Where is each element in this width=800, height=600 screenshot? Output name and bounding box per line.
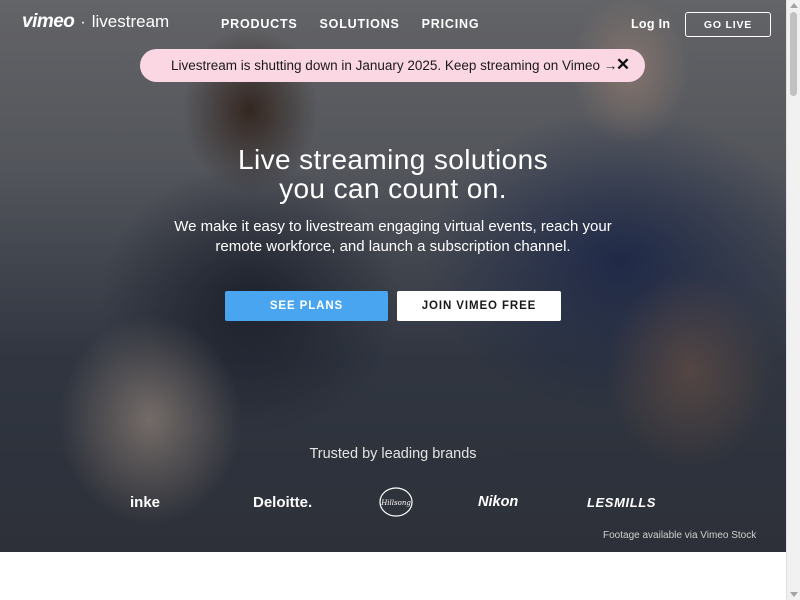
banner-text[interactable]: Livestream is shutting down in January 2… <box>171 58 617 73</box>
deloitte-logo: Deloitte. <box>253 494 313 511</box>
logo-vimeo-text: vimeo <box>22 11 75 32</box>
nikon-logo: Nikon <box>478 494 519 510</box>
hero-subhead: We make it easy to livestream engaging v… <box>0 217 786 257</box>
logo-separator: · <box>80 14 86 31</box>
headline-line-2: you can count on. <box>279 173 507 204</box>
trusted-brands-title: Trusted by leading brands <box>309 446 477 462</box>
lesmills-logo: LESMILLS <box>587 495 657 510</box>
page-scrollbar[interactable] <box>786 0 800 600</box>
footage-credit: Footage available via Vimeo Stock <box>603 530 757 541</box>
join-vimeo-free-button[interactable]: JOIN VIMEO FREE <box>397 291 561 321</box>
subhead-line-1: We make it easy to livestream engaging v… <box>174 218 612 235</box>
subhead-line-2: remote workforce, and launch a subscript… <box>215 238 571 255</box>
shutdown-banner[interactable]: Livestream is shutting down in January 2… <box>140 49 645 82</box>
hero-headline: Live streaming solutions you can count o… <box>0 145 786 203</box>
main-nav: PRODUCTS SOLUTIONS PRICING <box>221 17 479 31</box>
hero-background-photo <box>0 0 786 552</box>
see-plans-button[interactable]: SEE PLANS <box>225 291 388 321</box>
scroll-up-icon[interactable] <box>790 3 798 8</box>
nav-pricing[interactable]: PRICING <box>422 17 480 31</box>
login-link[interactable]: Log In <box>631 17 670 31</box>
scroll-down-icon[interactable] <box>790 592 798 597</box>
vimeo-livestream-logo[interactable]: vimeo · livestream <box>22 11 169 33</box>
logo-livestream-text: livestream <box>91 12 170 31</box>
go-live-button[interactable]: GO LIVE <box>685 12 771 37</box>
close-icon[interactable]: ✕ <box>615 56 631 74</box>
hillsong-logo: Hillsong <box>379 487 413 517</box>
inke-logo: inke <box>130 494 161 511</box>
headline-line-1: Live streaming solutions <box>238 144 548 175</box>
scrollbar-thumb[interactable] <box>790 12 797 96</box>
hero-section: vimeo · livestream PRODUCTS SOLUTIONS PR… <box>0 0 786 552</box>
nav-solutions[interactable]: SOLUTIONS <box>320 17 400 31</box>
nav-products[interactable]: PRODUCTS <box>221 17 298 31</box>
svg-text:Hillsong: Hillsong <box>380 499 411 507</box>
